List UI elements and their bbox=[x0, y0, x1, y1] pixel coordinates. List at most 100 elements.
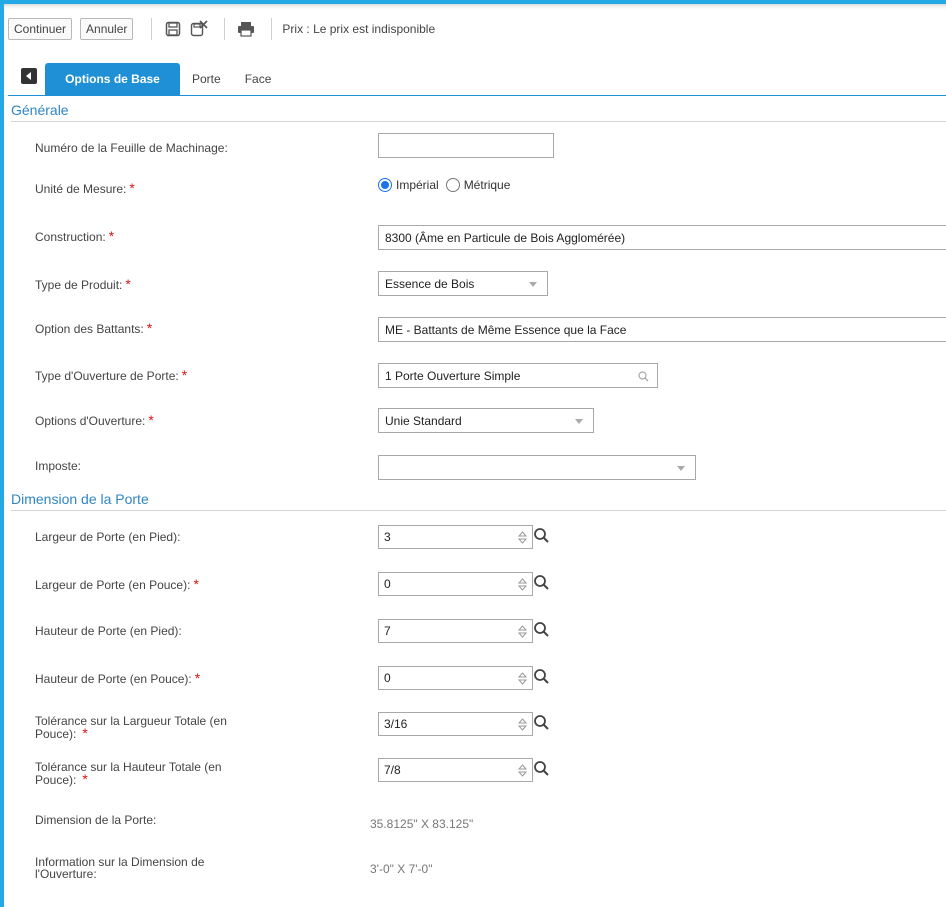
width-in-stepper[interactable]: 0 bbox=[378, 572, 533, 596]
save-close-icon[interactable] bbox=[188, 18, 210, 40]
spinner-arrows-icon[interactable] bbox=[518, 531, 527, 544]
opening-type-lookup[interactable]: 1 Porte Ouverture Simple bbox=[378, 363, 658, 388]
width-in-label-text: Largeur de Porte (en Pouce): bbox=[35, 578, 191, 592]
search-icon[interactable] bbox=[533, 527, 551, 545]
cancel-button[interactable]: Annuler bbox=[80, 18, 134, 40]
chevron-down-icon bbox=[529, 282, 537, 287]
required-marker: * bbox=[108, 228, 115, 244]
product-type-select[interactable]: Essence de Bois bbox=[378, 271, 548, 296]
continue-button[interactable]: Continuer bbox=[8, 18, 73, 40]
width-in-value: 0 bbox=[384, 577, 391, 591]
search-icon[interactable] bbox=[533, 760, 551, 778]
product-type-label: Type de Produit: * bbox=[35, 276, 131, 292]
unit-label-text: Unité de Mesure: bbox=[35, 182, 127, 196]
opening-info-value: 3'-0" X 7'-0" bbox=[370, 862, 433, 876]
tol-width-stepper[interactable]: 3/16 bbox=[378, 712, 533, 736]
transom-select[interactable] bbox=[378, 455, 696, 480]
section-title-generale: Générale bbox=[11, 102, 946, 122]
toolbar-divider bbox=[151, 18, 153, 40]
sheet-number-label: Numéro de la Feuille de Machinage: bbox=[35, 141, 228, 155]
spinner-arrows-icon[interactable] bbox=[518, 578, 527, 591]
sheet-number-input[interactable] bbox=[378, 133, 554, 158]
required-marker: * bbox=[181, 367, 188, 383]
door-dim-label: Dimension de la Porte: bbox=[35, 813, 157, 827]
construction-field[interactable]: 8300 (Âme en Particule de Bois Aggloméré… bbox=[378, 225, 946, 250]
height-ft-label: Hauteur de Porte (en Pied): bbox=[35, 624, 182, 638]
construction-label-text: Construction: bbox=[35, 230, 106, 244]
tab-options-de-base[interactable]: Options de Base bbox=[45, 63, 180, 95]
opening-options-label-text: Options d'Ouverture: bbox=[35, 414, 146, 428]
radio-imperial-label: Impérial bbox=[396, 178, 439, 192]
toolbar: Continuer Annuler Prix : Le prix est ind… bbox=[8, 14, 946, 44]
width-ft-stepper[interactable]: 3 bbox=[378, 525, 533, 549]
stile-option-field[interactable]: ME - Battants de Même Essence que la Fac… bbox=[378, 317, 946, 342]
construction-label: Construction: * bbox=[35, 228, 115, 244]
product-type-label-text: Type de Produit: bbox=[35, 278, 123, 292]
tab-porte[interactable]: Porte bbox=[180, 63, 233, 95]
transom-label: Imposte: bbox=[35, 459, 82, 473]
required-marker: * bbox=[146, 320, 153, 336]
height-ft-stepper[interactable]: 7 bbox=[378, 619, 533, 643]
tol-height-label-line1: Tolérance sur la Hauteur Totale (en bbox=[35, 760, 222, 774]
price-status: Prix : Le prix est indisponible bbox=[282, 22, 436, 36]
required-marker: * bbox=[194, 670, 201, 686]
required-marker: * bbox=[125, 276, 131, 292]
stile-option-label: Option des Battants: * bbox=[35, 320, 153, 336]
tol-width-label-line1: Tolérance sur la Largueur Totale (en bbox=[35, 714, 227, 728]
radio-metrique[interactable] bbox=[445, 178, 460, 192]
height-in-label-text: Hauteur de Porte (en Pouce): bbox=[35, 672, 192, 686]
required-marker: * bbox=[82, 771, 88, 787]
width-ft-value: 3 bbox=[384, 530, 391, 544]
tol-height-label: Tolérance sur la Hauteur Totale (en Pouc… bbox=[35, 761, 222, 786]
tol-width-value: 3/16 bbox=[384, 717, 408, 731]
search-icon[interactable] bbox=[533, 574, 551, 592]
tol-width-label: Tolérance sur la Largueur Totale (en Pou… bbox=[35, 715, 227, 740]
required-marker: * bbox=[193, 576, 199, 592]
unit-label: Unité de Mesure: * bbox=[35, 180, 135, 196]
opening-options-label: Options d'Ouverture: * bbox=[35, 412, 154, 428]
height-in-label: Hauteur de Porte (en Pouce): * bbox=[35, 670, 201, 686]
opening-info-label: Information sur la Dimension de l'Ouvert… bbox=[35, 856, 204, 880]
search-icon[interactable] bbox=[533, 668, 551, 686]
unit-radio-group: Impérial Métrique bbox=[378, 178, 510, 192]
tol-width-label-text: Pouce): bbox=[35, 727, 77, 741]
width-ft-label: Largeur de Porte (en Pied): bbox=[35, 530, 181, 544]
search-icon[interactable] bbox=[533, 621, 551, 639]
height-in-value: 0 bbox=[384, 671, 391, 685]
opening-type-label-text: Type d'Ouverture de Porte: bbox=[35, 369, 179, 383]
door-dim-value: 35.8125" X 83.125" bbox=[370, 817, 474, 831]
section-title-dimension: Dimension de la Porte bbox=[11, 491, 946, 511]
tol-height-value: 7/8 bbox=[384, 763, 401, 777]
opening-options-select[interactable]: Unie Standard bbox=[378, 408, 594, 433]
required-marker: * bbox=[82, 725, 88, 741]
spinner-arrows-icon[interactable] bbox=[518, 625, 527, 638]
tol-width-label-line2: Pouce): * bbox=[35, 725, 227, 741]
search-icon[interactable] bbox=[533, 714, 551, 732]
radio-metrique-label: Métrique bbox=[463, 178, 511, 192]
opening-type-label: Type d'Ouverture de Porte: * bbox=[35, 367, 188, 383]
back-icon[interactable] bbox=[21, 68, 37, 84]
save-icon[interactable] bbox=[162, 18, 184, 40]
tab-face[interactable]: Face bbox=[233, 63, 284, 95]
toolbar-divider bbox=[271, 18, 273, 40]
toolbar-divider bbox=[224, 18, 226, 40]
spinner-arrows-icon[interactable] bbox=[518, 672, 527, 685]
width-in-label: Largeur de Porte (en Pouce): * bbox=[35, 576, 199, 592]
spinner-arrows-icon[interactable] bbox=[518, 764, 527, 777]
tol-height-label-line2: Pouce): * bbox=[35, 771, 222, 787]
search-icon[interactable] bbox=[638, 371, 649, 382]
tab-bar: Options de Base Porte Face bbox=[8, 62, 946, 96]
opening-options-value: Unie Standard bbox=[385, 413, 462, 428]
required-marker: * bbox=[129, 180, 135, 196]
required-marker: * bbox=[148, 412, 154, 428]
print-icon[interactable] bbox=[235, 18, 257, 40]
tol-height-label-text: Pouce): bbox=[35, 773, 77, 787]
stile-option-label-text: Option des Battants: bbox=[35, 322, 144, 336]
height-in-stepper[interactable]: 0 bbox=[378, 666, 533, 690]
height-ft-value: 7 bbox=[384, 624, 391, 638]
app-window: Continuer Annuler Prix : Le prix est ind… bbox=[0, 0, 946, 907]
spinner-arrows-icon[interactable] bbox=[518, 718, 527, 731]
tol-height-stepper[interactable]: 7/8 bbox=[378, 758, 533, 782]
radio-imperial[interactable] bbox=[378, 178, 392, 192]
product-type-value: Essence de Bois bbox=[385, 276, 475, 291]
